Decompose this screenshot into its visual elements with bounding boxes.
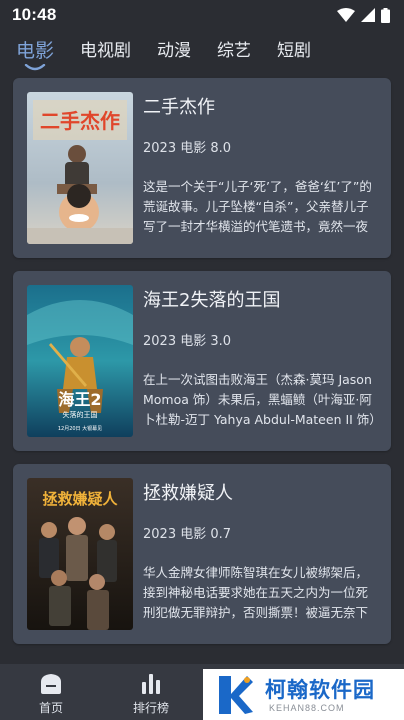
wifi-icon (337, 8, 355, 22)
movie-card[interactable]: 拯救嫌疑人 拯救嫌疑人 2023 电影 0.7 华人金牌女律师陈智琪在女儿被绑架… (13, 464, 391, 644)
movie-meta: 2023 电影 8.0 (143, 141, 232, 156)
watermark-logo (219, 676, 253, 714)
poster-subtitle-text: 失落的王国 (63, 410, 98, 419)
movie-description: 这是一个关于“儿子‘死’了，爸爸‘红’了”的荒诞故事。儿子坠楼“自杀”，父亲替儿… (143, 179, 372, 234)
movie-title: 海王2失落的王国 (143, 290, 281, 311)
nav-label: 首页 (38, 701, 63, 715)
tab-movies[interactable]: 电影 (16, 39, 55, 71)
movie-description: 华人金牌女律师陈智琪在女儿被绑架后，接到神秘电话要求她在五天之内为一位死刑犯做无… (143, 565, 369, 620)
nav-label: 排行榜 (132, 701, 169, 715)
watermark-domain: KEHAN88.COM (269, 703, 345, 713)
tab-label: 电视剧 (80, 41, 132, 61)
tab-variety[interactable]: 综艺 (217, 39, 251, 63)
movie-card[interactable]: 二手杰作 二手杰作 2023 电影 8.0 这是一个关于“儿子‘死’了，爸爸‘红… (13, 78, 391, 258)
tab-label: 综艺 (217, 41, 252, 61)
nav-ranking[interactable]: 排行榜 (106, 664, 196, 720)
tab-active-indicator (24, 64, 46, 71)
poster-date-text: 12月20日 大银幕见 (58, 425, 102, 432)
movie-description: 在上一次试图击败海王（杰森·莫玛 Jason Momoa 饰）未果后，黑蝠鲼（叶… (143, 372, 376, 427)
poster-title-text: 拯救嫌疑人 (42, 490, 118, 508)
status-bar: 10:48 (0, 0, 404, 30)
watermark-title: 柯翰软件园 (265, 678, 375, 702)
movie-card[interactable]: 海王2 失落的王国 12月20日 大银幕见 海王2失落的王国 2023 电影 3… (13, 271, 391, 451)
watermark: 柯翰软件园 KEHAN88.COM (203, 669, 404, 720)
movie-meta: 2023 电影 0.7 (143, 527, 232, 542)
movie-meta: 2023 电影 3.0 (143, 334, 232, 349)
poster-title-text: 海王2 (58, 390, 101, 409)
tab-label: 电影 (16, 40, 55, 62)
tab-short-drama[interactable]: 短剧 (277, 39, 311, 63)
movie-list: 二手杰作 二手杰作 2023 电影 8.0 这是一个关于“儿子‘死’了，爸爸‘红… (13, 78, 391, 657)
battery-icon (381, 7, 390, 23)
nav-home[interactable]: 首页 (6, 664, 96, 720)
tab-label: 动漫 (157, 41, 192, 61)
category-tabs: 电影 电视剧 动漫 综艺 短剧 (0, 30, 404, 72)
movie-poster: 二手杰作 (27, 92, 133, 244)
tab-anime[interactable]: 动漫 (157, 39, 191, 63)
movie-title: 二手杰作 (143, 97, 215, 118)
ranking-icon (142, 674, 160, 694)
movie-poster: 海王2 失落的王国 12月20日 大银幕见 (27, 285, 133, 437)
tab-tv-series[interactable]: 电视剧 (80, 39, 131, 63)
status-icons (337, 7, 390, 23)
cellular-signal-icon (361, 8, 375, 22)
movie-poster: 拯救嫌疑人 (27, 478, 133, 630)
tab-label: 短剧 (277, 41, 312, 61)
home-icon (41, 674, 61, 694)
status-time: 10:48 (12, 5, 57, 24)
movie-title: 拯救嫌疑人 (143, 483, 233, 504)
poster-title-text: 二手杰作 (40, 109, 120, 133)
